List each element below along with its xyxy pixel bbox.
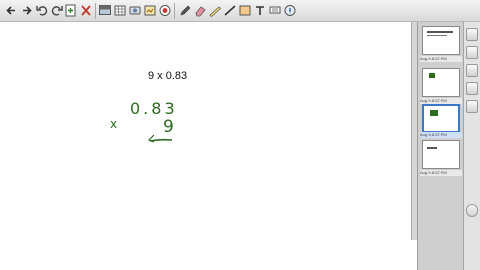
handwritten-underline xyxy=(149,138,173,142)
forward-icon[interactable] xyxy=(20,3,34,18)
table-icon[interactable] xyxy=(113,3,127,18)
page-thumbnail-1[interactable] xyxy=(422,26,460,55)
pen-icon[interactable] xyxy=(178,3,192,18)
highlighter-icon[interactable] xyxy=(208,3,222,18)
gallery-tab[interactable] xyxy=(466,46,478,59)
handwritten-multiplication: x 0.83 9 xyxy=(110,99,178,143)
eraser-icon[interactable] xyxy=(193,3,207,18)
page-thumbnail-3[interactable] xyxy=(422,104,460,133)
page-thumbnail-4[interactable] xyxy=(422,140,460,169)
add-page-icon[interactable] xyxy=(64,3,78,18)
delete-icon[interactable] xyxy=(79,3,93,18)
back-icon[interactable] xyxy=(5,3,19,18)
page-thumbnail-label: Aug 9-8:22 PM xyxy=(420,132,462,138)
attachments-tab[interactable] xyxy=(466,64,478,77)
page-thumbnail-2[interactable] xyxy=(422,68,460,97)
document-camera-icon[interactable] xyxy=(128,3,142,18)
main-toolbar xyxy=(0,0,480,22)
properties-icon[interactable] xyxy=(283,3,297,18)
page-sorter: Aug 9-8:22 PM Aug 9-8:22 PM Aug 9-8:22 P… xyxy=(417,22,463,270)
whiteboard-canvas[interactable]: 9 x 0.83 x 0.83 9 xyxy=(0,22,411,270)
handwritten-operator: x xyxy=(110,117,117,131)
line-icon[interactable] xyxy=(223,3,237,18)
recorder-icon[interactable] xyxy=(158,3,172,18)
fill-icon[interactable] xyxy=(268,3,282,18)
text-icon[interactable] xyxy=(253,3,267,18)
handwritten-top-number: 0.83 xyxy=(130,99,178,118)
shape-icon[interactable] xyxy=(238,3,252,18)
capture-icon[interactable] xyxy=(143,3,157,18)
undo-icon[interactable] xyxy=(35,3,49,18)
properties-tab[interactable] xyxy=(466,82,478,95)
page-thumbnail-label: Aug 9-8:22 PM xyxy=(420,170,462,176)
redo-icon[interactable] xyxy=(50,3,64,18)
handwritten-bottom-number: 9 xyxy=(163,117,174,137)
addons-tab[interactable] xyxy=(466,100,478,113)
page-sorter-tab[interactable] xyxy=(466,28,478,41)
screen-shade-icon[interactable] xyxy=(98,3,112,18)
expand-icon[interactable] xyxy=(466,204,478,217)
question-text: 9 x 0.83 xyxy=(148,70,188,82)
side-tabs xyxy=(463,22,480,270)
page-thumbnail-label: Aug 9-8:22 PM xyxy=(420,56,462,62)
